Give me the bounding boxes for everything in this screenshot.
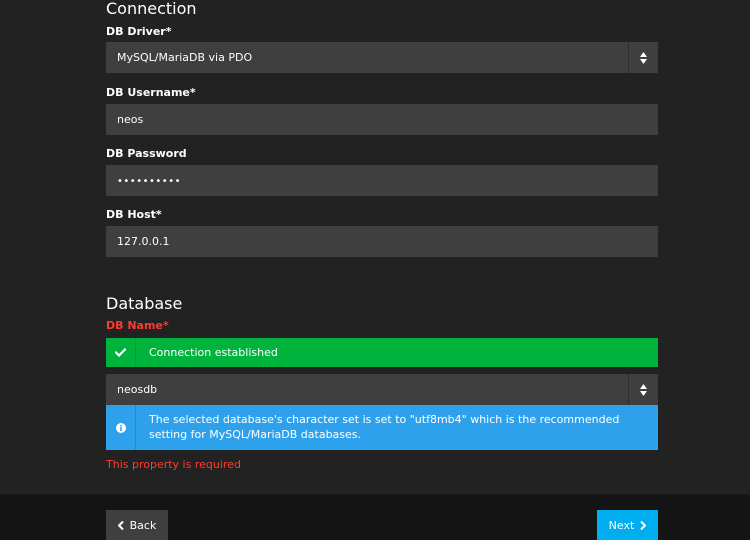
db-name-error: This property is required xyxy=(106,458,241,471)
connection-section-title: Connection xyxy=(106,0,197,18)
setup-page: Connection DB Driver* MySQL/MariaDB via … xyxy=(0,0,750,540)
setup-form-panel: Connection DB Driver* MySQL/MariaDB via … xyxy=(0,0,750,494)
sort-arrows-icon[interactable] xyxy=(628,374,658,405)
db-name-value: neosdb xyxy=(117,383,158,396)
chevron-left-icon xyxy=(117,521,124,530)
db-username-input[interactable]: neos xyxy=(106,104,658,135)
success-text: Connection established xyxy=(149,346,278,359)
db-host-input[interactable]: 127.0.0.1 xyxy=(106,226,658,257)
info-circle-icon xyxy=(106,405,136,450)
back-label: Back xyxy=(129,519,157,532)
info-text: The selected database's character set is… xyxy=(149,413,620,441)
db-password-label: DB Password xyxy=(106,147,187,160)
db-password-value: •••••••••• xyxy=(117,176,181,187)
db-username-label: DB Username* xyxy=(106,86,196,99)
db-password-input[interactable]: •••••••••• xyxy=(106,165,658,196)
sort-arrows-icon[interactable] xyxy=(628,42,658,73)
db-driver-select[interactable]: MySQL/MariaDB via PDO xyxy=(106,42,658,73)
back-button[interactable]: Back xyxy=(106,510,168,540)
db-name-label: DB Name* xyxy=(106,319,169,332)
next-label: Next xyxy=(608,519,635,532)
charset-info-message: The selected database's character set is… xyxy=(106,405,658,450)
next-button[interactable]: Next xyxy=(597,510,658,540)
connection-success-message: Connection established xyxy=(106,338,658,367)
database-section-title: Database xyxy=(106,294,183,313)
db-driver-label: DB Driver* xyxy=(106,25,172,38)
chevron-right-icon xyxy=(640,521,647,530)
db-driver-value: MySQL/MariaDB via PDO xyxy=(117,51,253,64)
footer-bar: Back Next xyxy=(0,494,750,540)
db-host-label: DB Host* xyxy=(106,208,162,221)
check-icon xyxy=(106,338,136,367)
db-name-select[interactable]: neosdb xyxy=(106,374,658,405)
